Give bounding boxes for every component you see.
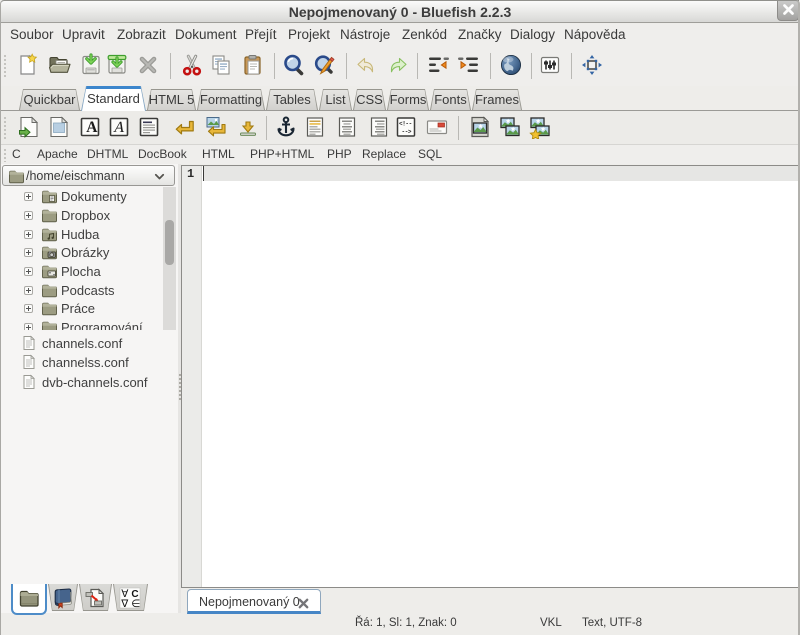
svg-text:-->: -->	[402, 129, 412, 136]
svg-text:A: A	[86, 119, 98, 136]
svg-text:∇: ∇	[120, 598, 129, 609]
svg-text:<!--: <!--	[399, 121, 412, 128]
svg-text:∈: ∈	[131, 598, 140, 609]
